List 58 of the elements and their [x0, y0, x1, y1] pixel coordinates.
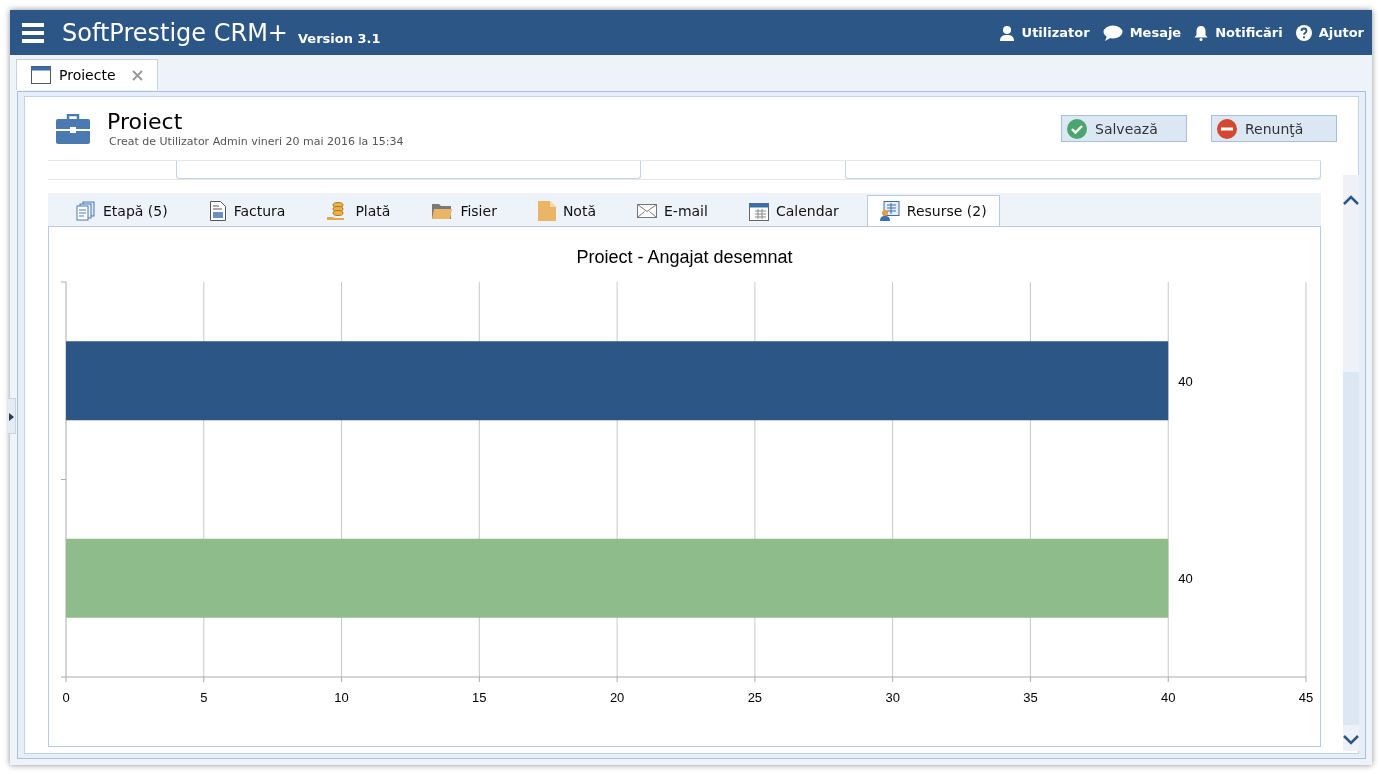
input-field[interactable]: [176, 161, 641, 179]
axis-tick-label: 40: [1161, 690, 1176, 705]
axis-tick-label: 45: [1298, 690, 1314, 705]
tab[interactable]: Etapă (5): [63, 195, 181, 226]
bell-icon: [1194, 24, 1209, 41]
document-icon: [208, 201, 227, 221]
people-grid-icon: [879, 201, 900, 221]
header-menu-link[interactable]: Mesaje: [1129, 25, 1182, 40]
minus-circle-icon: [1217, 118, 1237, 139]
tab[interactable]: Plată: [313, 195, 404, 226]
chevron-down-icon[interactable]: [1343, 735, 1359, 745]
record-title: Proiect: [107, 109, 184, 135]
side-panel-handle[interactable]: [8, 398, 16, 434]
version-label: Version 3.1: [298, 31, 381, 46]
triangle-icon: [9, 413, 14, 421]
cancel-button[interactable]: Renunţă: [1211, 115, 1337, 142]
axis-tick-label: 30: [885, 690, 900, 705]
note-icon: [537, 201, 556, 221]
help-icon: [1295, 24, 1312, 41]
axis-tick-label: 15: [472, 690, 487, 705]
axis-tick-label: 35: [1023, 690, 1038, 705]
folder-icon: [431, 202, 454, 220]
envelope-icon: [637, 204, 657, 218]
document-tab-label: Proiecte: [59, 67, 116, 83]
tab[interactable]: Resurse (2): [866, 195, 1000, 226]
speech-bubble-icon: [1102, 24, 1123, 41]
documents-icon: [76, 201, 96, 221]
tab[interactable]: Factura: [195, 195, 299, 226]
tab[interactable]: E-mail: [624, 195, 721, 226]
header-menu-link[interactable]: Ajutor: [1318, 25, 1364, 40]
window-icon: [31, 66, 51, 84]
check-circle-icon: [1067, 118, 1087, 139]
calendar-icon: [748, 201, 769, 221]
close-icon[interactable]: [131, 69, 143, 81]
header-menu-link[interactable]: Notificări: [1215, 25, 1283, 40]
chevron-up-icon[interactable]: [1343, 195, 1359, 205]
tab[interactable]: Fisier: [418, 195, 510, 226]
input-field[interactable]: [845, 161, 1321, 179]
tab[interactable]: Notă: [524, 195, 609, 226]
briefcase-icon: [56, 113, 90, 144]
axis-tick-label: 0: [62, 690, 70, 705]
tab[interactable]: Calendar: [735, 195, 852, 226]
axis-tick-label: 20: [609, 690, 625, 705]
user-icon: [998, 24, 1015, 41]
chart-title: Proiect - Angajat desemnat: [576, 247, 793, 267]
record-subtitle: Creat de Utilizator Admin vineri 20 mai 2016 la 15:34: [109, 135, 404, 148]
app-title: SoftPrestige CRM+: [62, 18, 288, 47]
axis-tick-label: 5: [200, 690, 208, 705]
axis-tick-label: 25: [747, 690, 763, 705]
scrollbar-thumb[interactable]: [1343, 372, 1359, 725]
scrollbar[interactable]: [1343, 175, 1359, 751]
document-tab[interactable]: Proiecte: [16, 59, 158, 90]
header-menu-link[interactable]: Utilizator: [1021, 25, 1090, 40]
axis-tick-label: 10: [334, 690, 349, 705]
menu-icon[interactable]: [22, 22, 44, 43]
data-label: 40: [1178, 373, 1193, 389]
save-button[interactable]: Salvează: [1061, 115, 1187, 142]
data-label: 40: [1178, 571, 1193, 587]
